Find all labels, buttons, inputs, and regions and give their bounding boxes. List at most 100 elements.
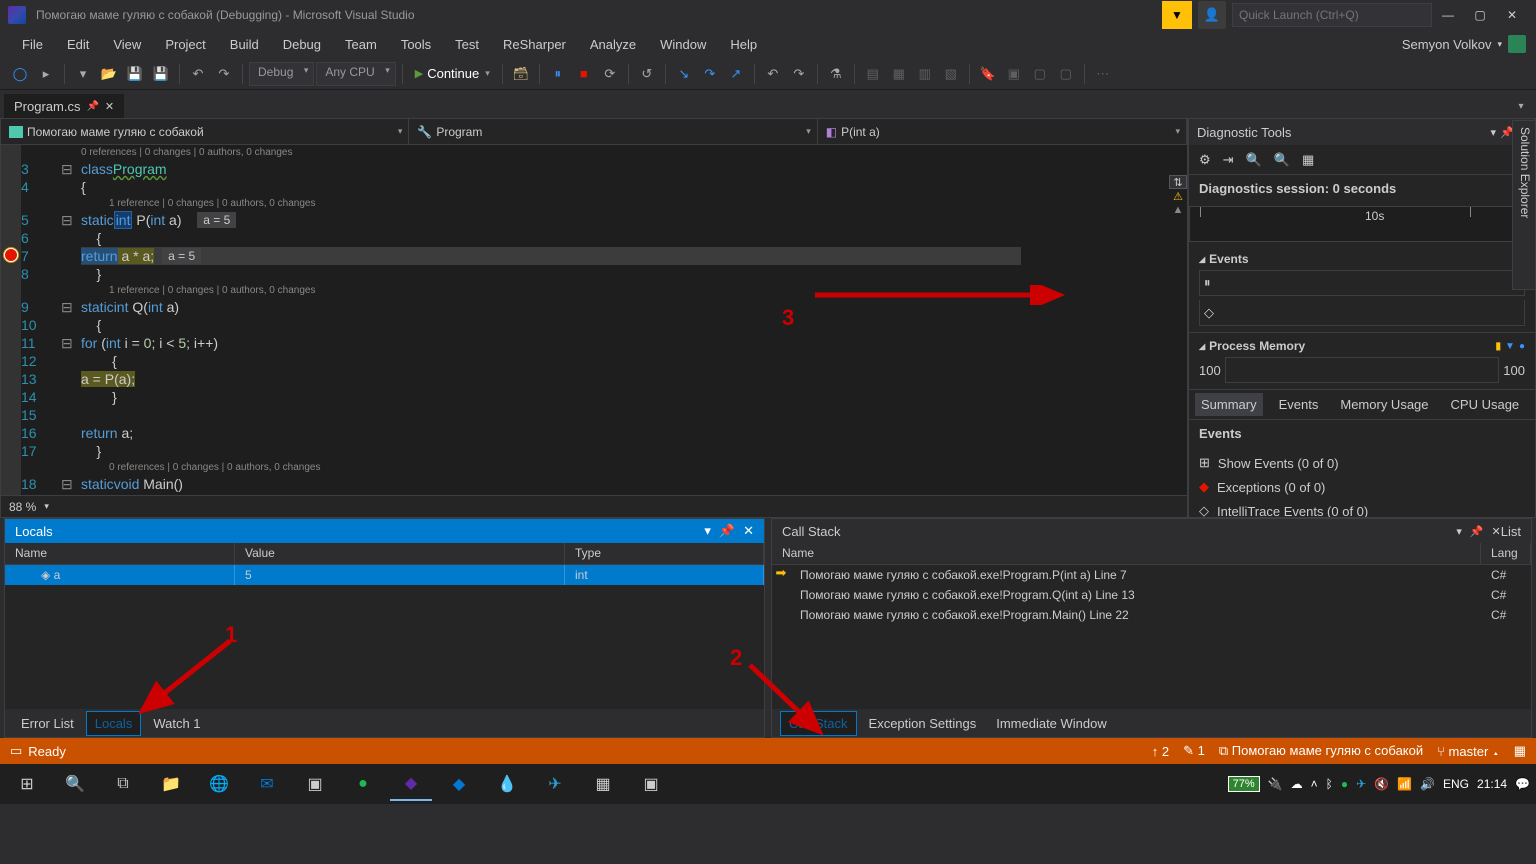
tab-locals[interactable]: Locals	[86, 711, 142, 736]
new-item-icon[interactable]: ▾	[71, 62, 95, 86]
nav-fwd-icon[interactable]: ▸	[34, 62, 58, 86]
undo2-icon[interactable]: ↶	[761, 62, 785, 86]
redo2-icon[interactable]: ↷	[787, 62, 811, 86]
source-control-icon[interactable]: ⧉ Помогаю маме гуляю с собакой	[1219, 743, 1423, 759]
menu-project[interactable]: Project	[153, 33, 217, 56]
member-combo[interactable]: ◧P(int a)	[818, 119, 1187, 144]
save-icon[interactable]: 💾	[123, 62, 147, 86]
tab-error-list[interactable]: Error List	[13, 712, 82, 735]
diagnostics-header[interactable]: Diagnostic Tools ▾ 📌 ✕	[1189, 119, 1535, 145]
feedback-icon[interactable]: 👤	[1198, 1, 1226, 29]
app2-icon[interactable]: ▦	[582, 767, 624, 801]
locals-row[interactable]: ◈ a 5 int	[5, 565, 764, 585]
menu-view[interactable]: View	[101, 33, 153, 56]
tab-memory[interactable]: Memory Usage	[1334, 393, 1434, 416]
outlook-icon[interactable]: ✉	[246, 767, 288, 801]
pending-edits-icon[interactable]: ✎ 1	[1183, 743, 1205, 759]
callstack-header[interactable]: Call Stack ▾📌✕List	[772, 519, 1531, 543]
menu-build[interactable]: Build	[218, 33, 271, 56]
bluetooth-icon[interactable]: ᛒ	[1326, 777, 1333, 791]
start-button[interactable]: ⊞	[6, 767, 48, 801]
menu-edit[interactable]: Edit	[55, 33, 101, 56]
intellitrace-icon[interactable]: ⚗	[824, 62, 848, 86]
breakpoint-icon[interactable]	[4, 248, 18, 262]
callstack-row[interactable]: ➡ Помогаю маме гуляю с собакой.exe!Progr…	[772, 565, 1531, 585]
app1-icon[interactable]: 💧	[486, 767, 528, 801]
locals-header[interactable]: Locals ▾📌✕	[5, 519, 764, 543]
redo-icon[interactable]: ↷	[212, 62, 236, 86]
t1-icon[interactable]: ▤	[861, 62, 885, 86]
tab-events[interactable]: Events	[1273, 393, 1325, 416]
locals-dropdown-icon[interactable]: ▾	[704, 523, 711, 539]
menu-help[interactable]: Help	[718, 33, 769, 56]
t2-icon[interactable]: ▦	[887, 62, 911, 86]
show-events-link[interactable]: ⊞Show Events (0 of 0)	[1189, 451, 1535, 475]
callstack-row[interactable]: Помогаю маме гуляю с собакой.exe!Program…	[772, 585, 1531, 605]
open-file-icon[interactable]: 📂	[97, 62, 121, 86]
tab-call-stack[interactable]: Call Stack	[780, 711, 857, 736]
bookmark-icon[interactable]: 🔖	[976, 62, 1000, 86]
step-into-icon[interactable]: ↘	[672, 62, 696, 86]
tab-immediate-window[interactable]: Immediate Window	[988, 712, 1115, 735]
diag-dropdown-icon[interactable]: ▾	[1491, 126, 1497, 139]
clock[interactable]: 21:14	[1477, 777, 1507, 791]
t5-icon[interactable]: ▣	[1002, 62, 1026, 86]
tab-summary[interactable]: Summary	[1195, 393, 1263, 416]
tab-close-icon[interactable]: ✕	[105, 100, 114, 113]
t4-icon[interactable]: ▧	[939, 62, 963, 86]
memory-section[interactable]: Process Memory ▮ ▼ ●	[1199, 339, 1525, 353]
step-out-icon[interactable]: ↗	[724, 62, 748, 86]
continue-button[interactable]: Continue	[409, 66, 496, 81]
t3-icon[interactable]: ▥	[913, 62, 937, 86]
menu-tools[interactable]: Tools	[389, 33, 443, 56]
t8-icon[interactable]: ⋯	[1091, 62, 1115, 86]
wifi-icon[interactable]: 📶	[1397, 777, 1412, 791]
gear-icon[interactable]: ⚙	[1199, 152, 1211, 168]
fold-margin[interactable]: ⊟ ⊟ ⊟⊟ ⊟	[61, 145, 75, 495]
user-name[interactable]: Semyon Volkov	[1402, 37, 1492, 52]
locals-pin-icon[interactable]: 📌	[719, 523, 735, 539]
locals-close-icon[interactable]: ✕	[743, 523, 754, 539]
cs-close-icon[interactable]: ✕	[1492, 525, 1501, 538]
search-icon[interactable]: 🔍	[54, 767, 96, 801]
platform-combo[interactable]: Any CPU	[316, 62, 395, 86]
stop-icon[interactable]: ■	[572, 62, 596, 86]
minimize-button[interactable]: —	[1432, 1, 1464, 29]
zoom-in-icon[interactable]: 🔍	[1246, 152, 1262, 168]
vs-task-icon[interactable]: ◆	[390, 767, 432, 801]
menu-window[interactable]: Window	[648, 33, 718, 56]
cs-dropdown-icon[interactable]: ▾	[1456, 525, 1462, 538]
callstack-row[interactable]: Помогаю маме гуляю с собакой.exe!Program…	[772, 605, 1531, 625]
telegram-icon[interactable]: ✈	[534, 767, 576, 801]
diag-timeline[interactable]: 10s	[1189, 206, 1535, 242]
tab-exception-settings[interactable]: Exception Settings	[861, 712, 985, 735]
save-all-icon[interactable]: 💾	[149, 62, 173, 86]
explorer-icon[interactable]: 📁	[150, 767, 192, 801]
menu-team[interactable]: Team	[333, 33, 389, 56]
maximize-button[interactable]: ▢	[1464, 1, 1496, 29]
sound-icon[interactable]: 🔊	[1420, 777, 1435, 791]
battery-indicator[interactable]: 77%	[1228, 776, 1260, 792]
process-icon[interactable]: 🗃	[509, 62, 533, 86]
nav-back-icon[interactable]: ◯	[8, 62, 32, 86]
zoom-dropdown-icon[interactable]: ▾	[44, 501, 49, 512]
power-icon[interactable]: 🔌	[1268, 777, 1283, 791]
solution-explorer-tab[interactable]: Solution Explorer	[1512, 120, 1536, 290]
menu-test[interactable]: Test	[443, 33, 491, 56]
publish-icon[interactable]: ↑ 2	[1152, 744, 1169, 759]
menu-resharper[interactable]: ReSharper	[491, 33, 578, 56]
class-combo[interactable]: 🔧Program	[409, 119, 817, 144]
tab-dropdown-icon[interactable]: ▾	[1512, 94, 1536, 118]
exceptions-link[interactable]: ◆Exceptions (0 of 0)	[1189, 475, 1535, 499]
telegram-tray-icon[interactable]: ✈	[1356, 777, 1366, 791]
tab-program-cs[interactable]: Program.cs 📌 ✕	[4, 94, 124, 118]
quick-launch-input[interactable]	[1232, 3, 1432, 27]
tab-cpu[interactable]: CPU Usage	[1445, 393, 1526, 416]
spotify-icon[interactable]: ●	[342, 767, 384, 801]
onedrive-icon[interactable]: ☁	[1291, 777, 1303, 791]
zoom-level[interactable]: 88 %	[9, 500, 36, 514]
pause-icon[interactable]: ⏸	[546, 62, 570, 86]
config-combo[interactable]: Debug	[249, 62, 314, 86]
chrome-icon[interactable]: 🌐	[198, 767, 240, 801]
tab-watch-1[interactable]: Watch 1	[145, 712, 208, 735]
